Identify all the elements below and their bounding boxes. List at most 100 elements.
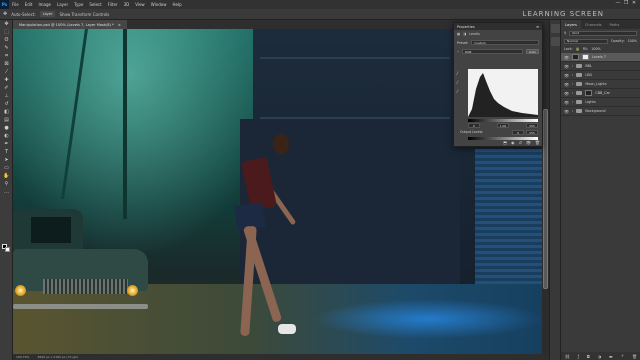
menu-filter[interactable]: Filter (105, 2, 121, 7)
marquee-tool-icon[interactable]: ⬚ (0, 28, 13, 36)
hand-tool-icon[interactable]: ✋ (0, 172, 13, 180)
pen-tool-icon[interactable]: ✒ (0, 140, 13, 148)
eye-icon[interactable]: 👁 (564, 100, 569, 105)
properties-header[interactable]: Properties ≡ (454, 23, 542, 30)
history-brush-tool-icon[interactable]: ↺ (0, 100, 13, 108)
eraser-tool-icon[interactable]: ◧ (0, 108, 13, 116)
scrollbar-thumb[interactable] (543, 109, 548, 289)
adjustments-dock-icon[interactable] (551, 37, 560, 46)
black-point-eyedropper-icon[interactable]: ⁄ (457, 71, 465, 76)
mask-icon[interactable]: ◨ (463, 32, 466, 36)
path-select-tool-icon[interactable]: ➤ (0, 156, 13, 164)
menu-type[interactable]: Type (71, 2, 86, 7)
color-swatches[interactable] (2, 244, 10, 252)
new-layer-icon[interactable]: ＋ (620, 353, 624, 359)
layer-mask-thumbnail[interactable] (585, 90, 593, 96)
fill-value[interactable]: 100% (591, 47, 600, 51)
layer-row[interactable]: 👁 › CBB_Car (561, 89, 640, 98)
close-icon[interactable]: ✕ (630, 0, 638, 6)
tab-channels[interactable]: Channels (581, 20, 606, 29)
layer-row[interactable]: 👁 › Moon_Lights (561, 80, 640, 89)
blend-mode-dropdown[interactable]: Normal (564, 38, 608, 44)
gradient-tool-icon[interactable]: ▤ (0, 116, 13, 124)
output-black-field[interactable]: 0 (512, 130, 524, 135)
visibility-icon[interactable]: 👁 (526, 140, 531, 145)
tab-layers[interactable]: Layers (561, 20, 581, 29)
frame-tool-icon[interactable]: ⊠ (0, 60, 13, 68)
zoom-tool-icon[interactable]: ⚲ (0, 180, 13, 188)
preset-dropdown[interactable]: Custom (471, 40, 539, 45)
properties-dock-icon[interactable] (551, 24, 560, 33)
zoom-level[interactable]: 100.79% (16, 355, 29, 359)
close-tab-icon[interactable]: × (118, 23, 121, 27)
channel-dropdown[interactable]: RGB (462, 49, 524, 54)
eye-icon[interactable]: 👁 (564, 73, 569, 78)
tab-paths[interactable]: Paths (606, 20, 624, 29)
input-levels-slider[interactable] (468, 119, 538, 122)
auto-select-dropdown[interactable]: Layer (39, 11, 56, 17)
lock-icon[interactable]: 🔒 (576, 47, 580, 51)
chevron-right-icon[interactable]: › (572, 73, 573, 77)
input-gray-field[interactable]: 1.00 (497, 123, 509, 128)
chevron-right-icon[interactable]: › (572, 100, 573, 104)
input-black-field[interactable]: 0 (468, 123, 480, 128)
layer-mask-thumbnail[interactable] (582, 54, 589, 60)
output-white-field[interactable]: 255 (526, 130, 538, 135)
type-tool-icon[interactable]: T (0, 148, 13, 156)
eye-icon[interactable]: 👁 (564, 64, 569, 69)
menu-edit[interactable]: Edit (22, 2, 36, 7)
reset-icon[interactable]: ↺ (518, 140, 521, 145)
layer-row[interactable]: 👁 › Background (561, 107, 640, 116)
menu-help[interactable]: Help (169, 2, 184, 7)
menu-file[interactable]: File (9, 2, 22, 7)
add-mask-icon[interactable]: ◘ (587, 354, 590, 359)
menu-window[interactable]: Window (148, 2, 170, 7)
chevron-right-icon[interactable]: › (572, 91, 573, 95)
delete-icon[interactable]: 🗑 (535, 140, 540, 145)
dodge-tool-icon[interactable]: ◐ (0, 132, 13, 140)
clip-to-layer-icon[interactable]: ⬒ (503, 140, 507, 145)
canvas-vertical-scrollbar[interactable] (542, 29, 549, 354)
panel-menu-icon[interactable]: ≡ (536, 25, 539, 29)
layer-row[interactable]: 👁 › LBG (561, 71, 640, 80)
clone-stamp-tool-icon[interactable]: ⊥ (0, 92, 13, 100)
document-tab[interactable]: Manipulation.psd @ 100% (Levels 7, Layer… (13, 20, 127, 29)
link-icon[interactable]: ⛓ (565, 354, 570, 359)
hand-adjust-icon[interactable]: ☝ (457, 50, 459, 54)
lasso-tool-icon[interactable]: ʘ (0, 36, 13, 44)
eye-icon[interactable]: 👁 (564, 82, 569, 87)
brush-tool-icon[interactable]: ✐ (0, 84, 13, 92)
gray-point-eyedropper-icon[interactable]: ⁄ (457, 80, 465, 85)
menu-image[interactable]: Image (35, 2, 54, 7)
eye-icon[interactable]: 👁 (564, 91, 569, 96)
opacity-value[interactable]: 100% (628, 39, 637, 43)
more-tools-icon[interactable]: … (0, 188, 13, 196)
move-tool-icon[interactable]: ✥ (0, 20, 13, 28)
menu-layer[interactable]: Layer (54, 2, 71, 7)
chevron-right-icon[interactable]: › (572, 109, 573, 113)
auto-button[interactable]: Auto (526, 49, 539, 54)
menu-select[interactable]: Select (86, 2, 104, 7)
menu-view[interactable]: View (132, 2, 148, 7)
kind-filter-dropdown[interactable]: Kind (569, 30, 637, 36)
trash-icon[interactable]: 🗑 (632, 354, 637, 359)
adjustment-layer-icon[interactable]: ◑ (598, 354, 602, 359)
healing-tool-icon[interactable]: ✚ (0, 76, 13, 84)
layer-row[interactable]: 👁 Levels 7 (561, 53, 640, 62)
chevron-right-icon[interactable]: › (572, 82, 573, 86)
background-color[interactable] (5, 247, 10, 252)
quick-select-tool-icon[interactable]: ✎ (0, 44, 13, 52)
transform-controls-checkbox[interactable]: Show Transform Controls (59, 12, 109, 17)
move-tool-icon[interactable]: ✥ (3, 11, 7, 17)
blur-tool-icon[interactable]: ● (0, 124, 13, 132)
view-previous-icon[interactable]: ◉ (511, 140, 515, 145)
eye-icon[interactable]: 👁 (564, 55, 569, 60)
white-point-eyedropper-icon[interactable]: ⁄ (457, 89, 465, 94)
layer-row[interactable]: 👁 › BBL (561, 62, 640, 71)
crop-tool-icon[interactable]: ⌗ (0, 52, 13, 60)
input-white-field[interactable]: 255 (526, 123, 538, 128)
layer-row[interactable]: 👁 › Lights (561, 98, 640, 107)
fx-icon[interactable]: ƒ (578, 354, 579, 359)
shape-tool-icon[interactable]: ▭ (0, 164, 13, 172)
eye-icon[interactable]: 👁 (564, 109, 569, 114)
